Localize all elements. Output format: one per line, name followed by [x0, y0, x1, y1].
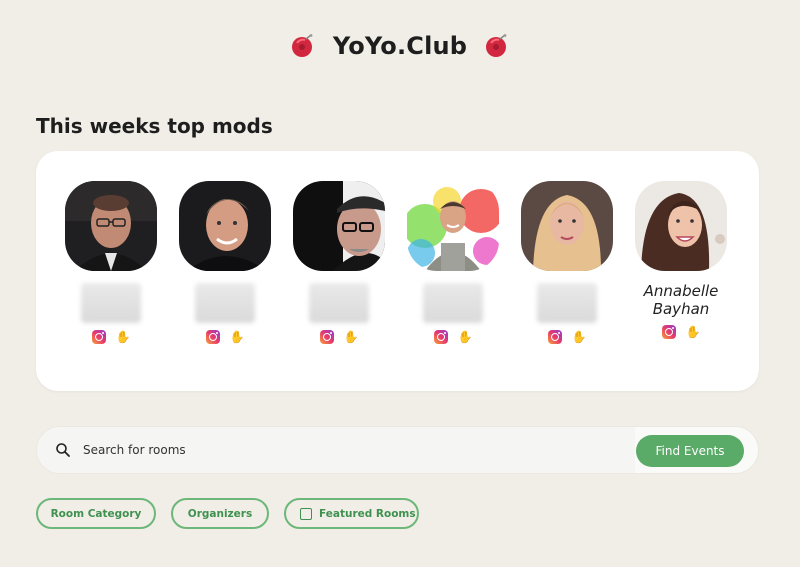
mod-avatar[interactable] [635, 181, 727, 271]
mod-socials: ✋ [547, 329, 587, 345]
instagram-icon[interactable] [319, 330, 334, 344]
organizers-filter[interactable]: Organizers [171, 498, 269, 529]
wave-icon[interactable]: ✋ [458, 330, 473, 344]
filter-chips: Room Category Organizers Featured Rooms [36, 498, 419, 529]
mod-avatar[interactable] [65, 181, 157, 271]
mod-name-redacted [81, 283, 141, 323]
mod-card[interactable]: Annabelle Bayhan ✋ [626, 181, 736, 340]
room-category-label: Room Category [50, 507, 142, 520]
search-icon [55, 442, 71, 458]
search-field[interactable] [37, 427, 635, 473]
wave-icon[interactable]: ✋ [686, 325, 701, 339]
wave-icon[interactable]: ✋ [572, 330, 587, 344]
organizers-label: Organizers [187, 507, 253, 520]
mod-card[interactable]: ✋ [284, 181, 394, 345]
mod-name-redacted [195, 283, 255, 323]
mod-avatar[interactable] [293, 181, 385, 271]
mod-card[interactable]: ✋ [170, 181, 280, 345]
mod-socials: ✋ [319, 329, 359, 345]
mod-socials: ✋ [205, 329, 245, 345]
mod-name[interactable]: Annabelle Bayhan [644, 282, 719, 318]
instagram-icon[interactable] [205, 330, 220, 344]
mod-name-redacted [537, 283, 597, 323]
mod-avatar[interactable] [407, 181, 499, 271]
wave-icon[interactable]: ✋ [230, 330, 245, 344]
mod-socials: ✋ [91, 329, 131, 345]
mod-name-redacted [309, 283, 369, 323]
app-title: YoYo.Club [332, 32, 468, 60]
mod-card[interactable]: ✋ [398, 181, 508, 345]
mod-socials: ✋ [661, 324, 701, 340]
find-events-button[interactable]: Find Events [636, 435, 744, 467]
mod-card[interactable]: ✋ [512, 181, 622, 345]
search-input[interactable] [83, 439, 603, 461]
featured-rooms-label: Featured Rooms [319, 507, 416, 520]
yoyo-icon [291, 34, 315, 58]
featured-rooms-checkbox[interactable] [300, 507, 312, 520]
wave-icon[interactable]: ✋ [116, 330, 131, 344]
section-title: This weeks top mods [36, 114, 273, 138]
room-search-bar: Find Events [36, 426, 759, 474]
mod-socials: ✋ [433, 329, 473, 345]
instagram-icon[interactable] [433, 330, 448, 344]
header: YoYo.Club [0, 28, 800, 64]
mod-card[interactable]: ✋ [56, 181, 166, 345]
instagram-icon[interactable] [547, 330, 562, 344]
mod-avatar[interactable] [179, 181, 271, 271]
mod-name-redacted [423, 283, 483, 323]
instagram-icon[interactable] [91, 330, 106, 344]
top-mods-card: ✋ ✋ ✋ ✋ ✋ Annabelle Bayhan ✋ [36, 151, 759, 391]
room-category-filter[interactable]: Room Category [36, 498, 156, 529]
wave-icon[interactable]: ✋ [344, 330, 359, 344]
yoyo-icon [485, 34, 509, 58]
mod-avatar[interactable] [521, 181, 613, 271]
featured-rooms-filter[interactable]: Featured Rooms [284, 498, 419, 529]
instagram-icon[interactable] [661, 325, 676, 339]
